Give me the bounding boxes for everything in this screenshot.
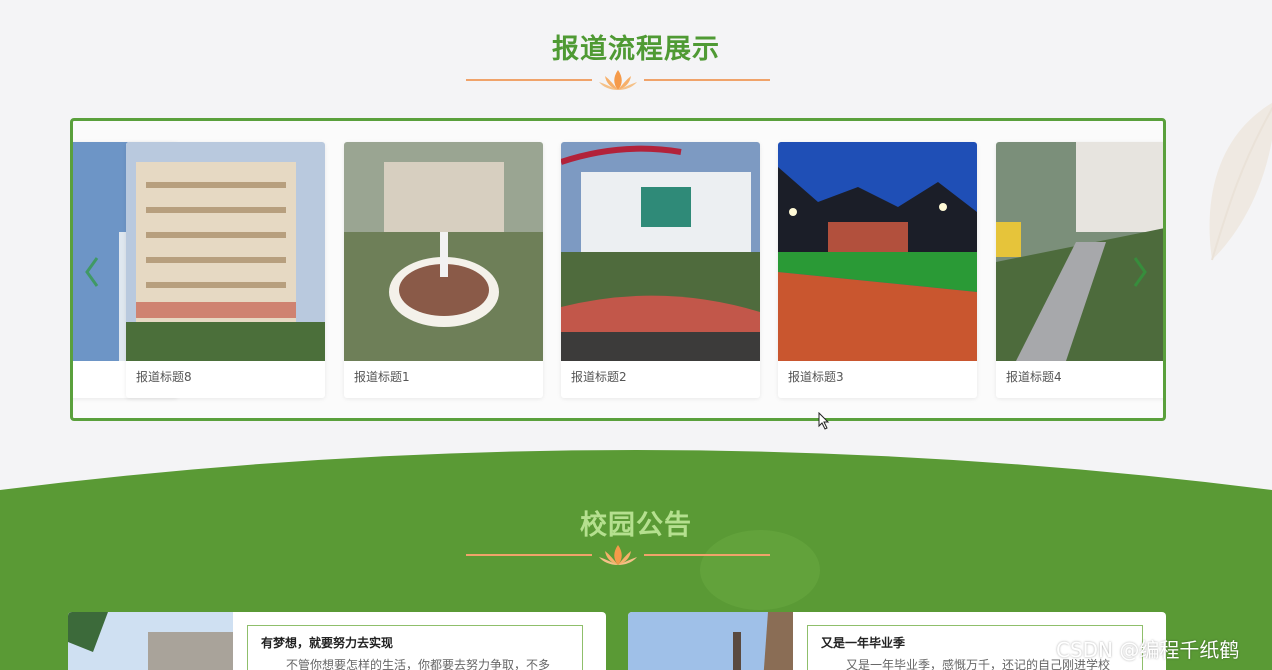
- carousel-image: [561, 142, 760, 361]
- notice-excerpt: 不管你想要怎样的生活，你都要去努力争取，不多: [286, 658, 551, 670]
- carousel-caption: 报道标题3: [788, 370, 844, 384]
- carousel-caption: 报道标题4: [1006, 370, 1062, 384]
- title-divider: [466, 543, 770, 567]
- notice-card[interactable]: 有梦想，就要努力去实现 不管你想要怎样的生活，你都要去努力争取，不多: [68, 612, 606, 670]
- carousel-card[interactable]: 报道标题1: [344, 142, 543, 398]
- notice-title[interactable]: 有梦想，就要努力去实现: [261, 634, 393, 651]
- carousel-card[interactable]: 报道标题2: [561, 142, 760, 398]
- notice-thumbnail: [68, 612, 233, 670]
- leaf-decoration: [1209, 103, 1272, 261]
- chevron-left-icon[interactable]: [83, 254, 101, 290]
- section-title-process: 报道流程展示: [552, 34, 720, 65]
- carousel-card[interactable]: 报道标题3: [778, 142, 977, 398]
- watermark: CSDN @编程千纸鹤: [1056, 638, 1240, 662]
- mouse-cursor-icon: [818, 412, 830, 430]
- carousel-caption: 报道标题8: [136, 370, 192, 384]
- notice-thumbnail: [628, 612, 793, 670]
- carousel-image: [996, 142, 1163, 361]
- carousel-card[interactable]: 报道标题8: [126, 142, 325, 398]
- chevron-right-icon[interactable]: [1131, 254, 1149, 290]
- report-process-carousel[interactable]: 报道标题8 报道标题1 报道标题2 报道标题3 报道标题4: [70, 118, 1166, 421]
- carousel-image: [126, 142, 325, 361]
- section-title-notice: 校园公告: [580, 510, 692, 541]
- carousel-image: [344, 142, 543, 361]
- carousel-image: [778, 142, 977, 361]
- lotus-icon: [599, 70, 637, 90]
- lotus-icon: [599, 545, 637, 565]
- notice-title[interactable]: 又是一年毕业季: [821, 634, 905, 651]
- title-divider: [466, 68, 770, 92]
- carousel-caption: 报道标题2: [571, 370, 627, 384]
- carousel-caption: 报道标题1: [354, 370, 410, 384]
